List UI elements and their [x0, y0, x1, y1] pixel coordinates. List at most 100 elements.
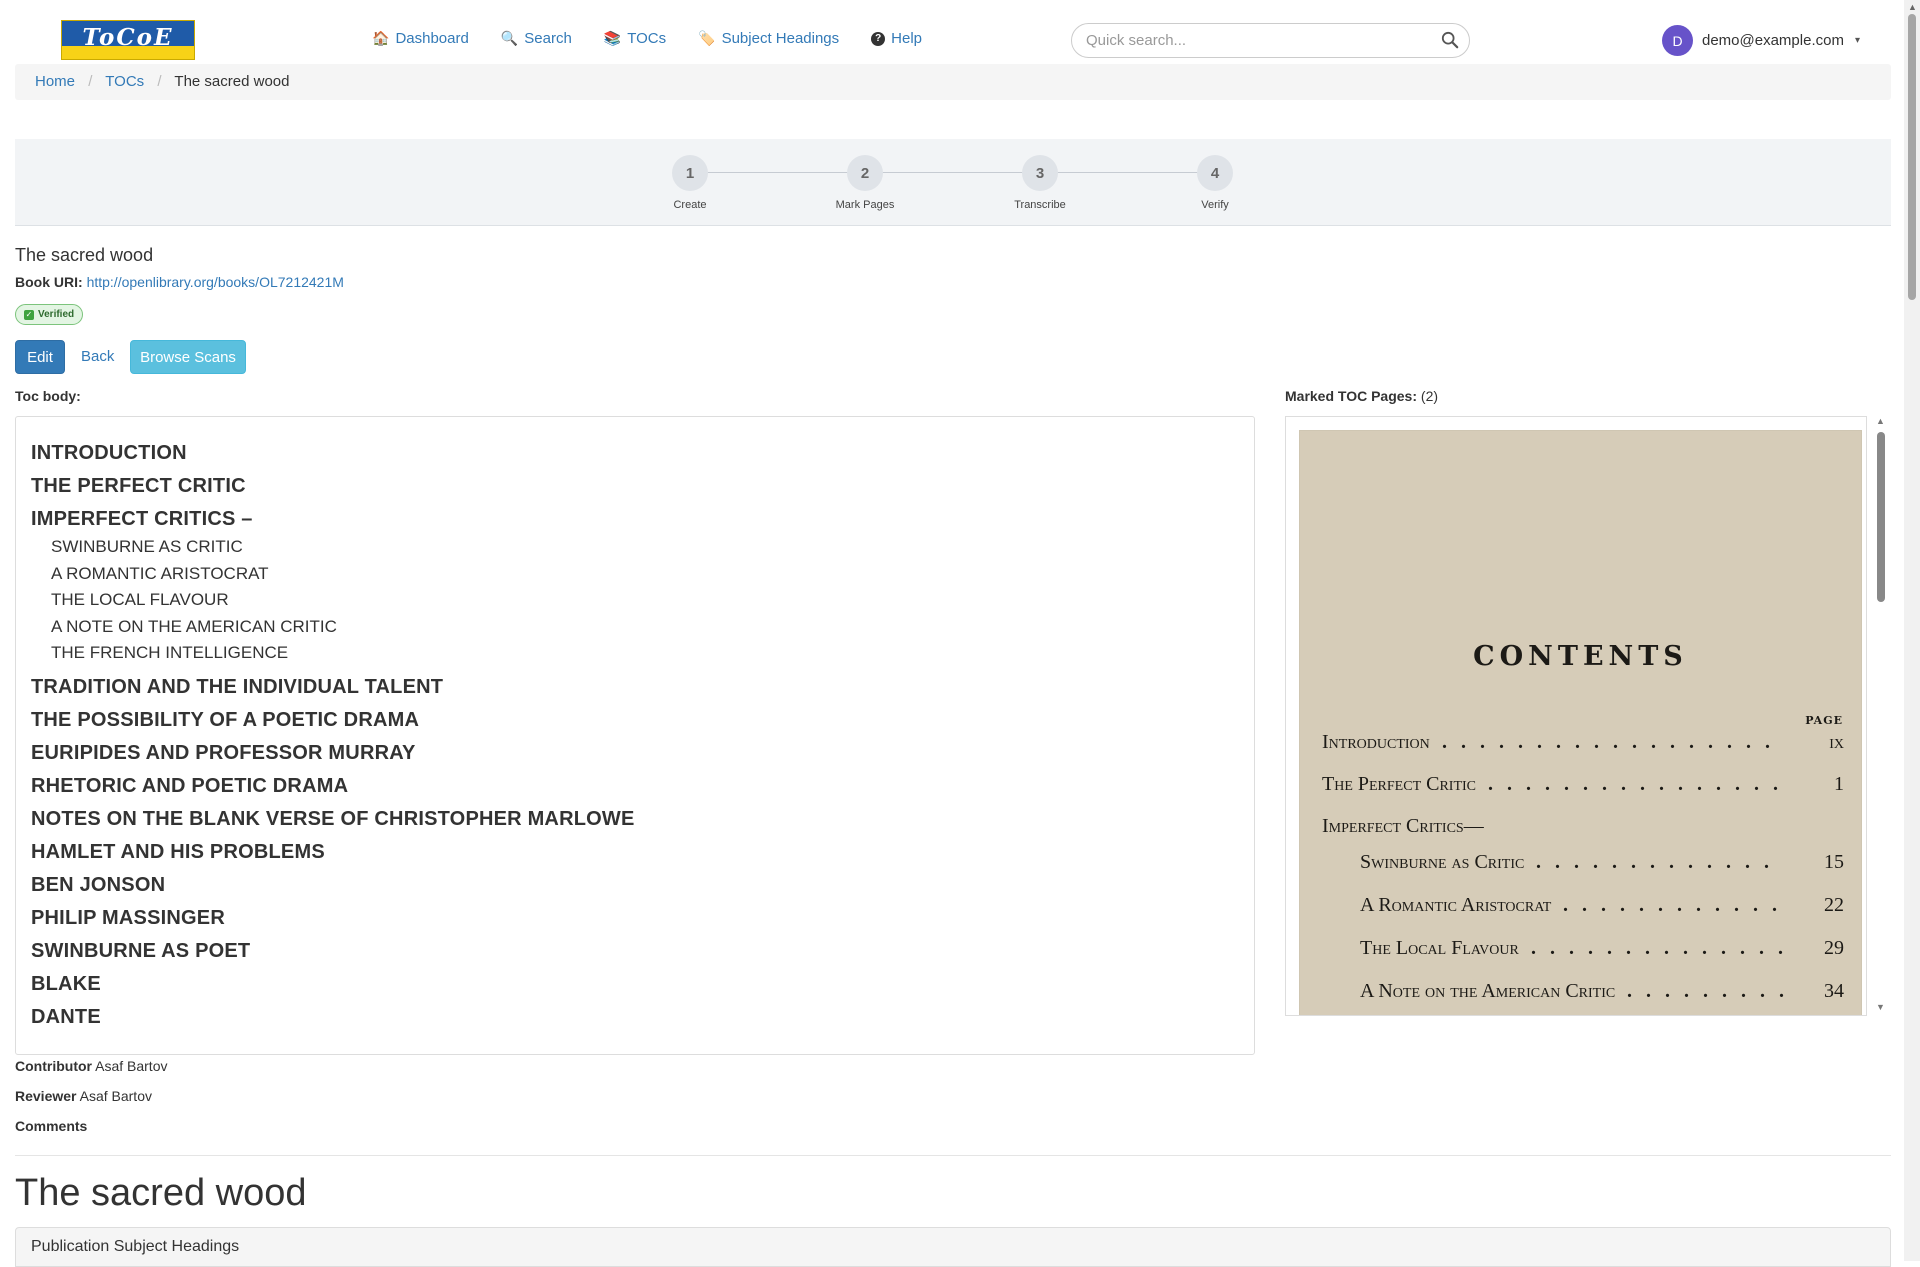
edit-button[interactable]: Edit: [15, 340, 65, 374]
book-uri-link[interactable]: http://openlibrary.org/books/OL7212421M: [87, 274, 344, 290]
scan-row-page: 1: [1834, 773, 1844, 795]
scan-row-title: The Local Flavour: [1360, 937, 1519, 959]
toc-entry: BLAKE: [31, 972, 101, 995]
scan-heading: CONTENTS: [1473, 641, 1688, 672]
nav-dashboard[interactable]: 🏠 Dashboard: [372, 30, 469, 47]
scan-row-title: Imperfect Critics—: [1322, 815, 1484, 837]
toc-subentry: A ROMANTIC ARISTOCRAT: [51, 563, 269, 583]
scan-scrollbar[interactable]: ▲ ▼: [1873, 416, 1887, 1016]
scrollbar-thumb[interactable]: [1908, 14, 1916, 300]
help-icon: ?: [871, 31, 886, 46]
nav-help[interactable]: ? Help: [871, 30, 922, 47]
scan-leader-dots: .........: [1627, 980, 1798, 1002]
scan-page-header: PAGE: [1805, 714, 1843, 727]
toc-entry: NOTES ON THE BLANK VERSE OF CHRISTOPHER …: [31, 807, 635, 830]
status-badge-label: Verified: [38, 309, 75, 320]
scan-row-title: A Romantic Aristocrat: [1360, 894, 1552, 916]
section-title: The sacred wood: [15, 1172, 307, 1214]
scan-leader-dots: ..................: [1442, 731, 1784, 753]
scan-row-page: 15: [1824, 851, 1844, 873]
scan-toc-row: The Perfect Critic 1................: [1300, 773, 1861, 799]
breadcrumb-tocs[interactable]: TOCs: [105, 73, 144, 90]
scan-row-title: Swinburne as Critic: [1360, 851, 1525, 873]
scroll-up-icon[interactable]: ▲: [1908, 2, 1917, 12]
nav-subject-headings[interactable]: 🏷️ Subject Headings: [698, 30, 839, 47]
toc-entry: BEN JONSON: [31, 873, 166, 896]
magnifier-icon: 🔍: [500, 30, 519, 46]
scan-row-page: 29: [1824, 937, 1844, 959]
subject-headings-panel: Publication Subject Headings: [15, 1227, 1891, 1267]
toc-page-scan: CONTENTS PAGE Introduction ix............…: [1299, 430, 1862, 1015]
scan-row-title: Introduction: [1322, 731, 1430, 753]
back-link[interactable]: Back: [81, 348, 114, 365]
toc-body: INTRODUCTION THE PERFECT CRITIC IMPERFECT …: [15, 416, 1255, 1055]
breadcrumb-current: The sacred wood: [174, 73, 290, 90]
breadcrumb-home[interactable]: Home: [35, 73, 75, 90]
marked-pages-label: Marked TOC Pages: (2): [1285, 388, 1438, 404]
toc-subentry: SWINBURNE AS CRITIC: [51, 537, 243, 556]
status-badge: ✓ Verified: [15, 304, 84, 325]
avatar: D: [1662, 25, 1693, 56]
toc-entry: EURIPIDES AND PROFESSOR MURRAY: [31, 741, 416, 764]
step-label: Transcribe: [1014, 199, 1066, 211]
scan-toc-row: The Local Flavour 29..............: [1300, 937, 1861, 963]
breadcrumb: Home / TOCs / The sacred wood: [15, 64, 1891, 100]
nav-help-label: Help: [891, 30, 923, 47]
toc-entry: DANTE: [31, 1005, 101, 1028]
scan-row-title: The Perfect Critic: [1322, 773, 1477, 795]
breadcrumb-separator: /: [88, 73, 93, 90]
step-number: 2: [847, 155, 883, 191]
app-logo[interactable]: ToCoE: [61, 20, 195, 60]
nav-search[interactable]: 🔍 Search: [501, 30, 572, 47]
book-uri: Book URI: http://openlibrary.org/books/O…: [15, 274, 344, 290]
panel-heading: Publication Subject Headings: [31, 1238, 240, 1255]
scan-toc-row: Swinburne as Critic 15.............: [1300, 851, 1861, 877]
scan-row-title: A Note on the American Critic: [1360, 980, 1616, 1002]
scrollbar-thumb[interactable]: [1877, 432, 1885, 602]
marked-pages-title: Marked TOC Pages:: [1285, 388, 1418, 404]
chevron-down-icon: ▾: [1854, 35, 1860, 46]
toc-entry: SWINBURNE AS POET: [31, 939, 251, 962]
step-label: Verify: [1201, 199, 1229, 211]
comments-row: Comments: [15, 1118, 87, 1134]
books-icon: 📚: [603, 30, 622, 46]
quick-search: [1071, 23, 1470, 58]
scroll-up-icon[interactable]: ▲: [1876, 416, 1885, 426]
toc-subentry: THE LOCAL FLAVOUR: [51, 590, 229, 609]
nav-subject-headings-label: Subject Headings: [721, 30, 840, 47]
toc-entry: HAMLET AND HIS PROBLEMS: [31, 840, 325, 863]
page-scrollbar[interactable]: ▲: [1904, 0, 1920, 1261]
search-icon[interactable]: [1441, 31, 1459, 49]
nav-search-label: Search: [524, 30, 572, 47]
nav-dashboard-label: Dashboard: [395, 30, 469, 47]
reviewer-row: Reviewer Asaf Bartov: [15, 1088, 152, 1104]
scroll-down-icon[interactable]: ▼: [1876, 1002, 1885, 1012]
user-menu[interactable]: D demo@example.com ▾: [1662, 25, 1860, 56]
scan-leader-dots: .............: [1536, 851, 1783, 873]
step-mark-pages[interactable]: 2 Mark Pages: [825, 155, 905, 211]
reviewer-label: Reviewer: [15, 1088, 77, 1104]
browse-scans-button[interactable]: Browse Scans: [130, 340, 246, 374]
logo-text: ToCoE: [82, 24, 174, 51]
user-email: demo@example.com: [1702, 32, 1844, 49]
step-transcribe[interactable]: 3 Transcribe: [1000, 155, 1080, 211]
toc-entry: RHETORIC AND POETIC DRAMA: [31, 774, 349, 797]
scan-toc-row: A Note on the American Critic 34.........: [1300, 980, 1861, 1006]
scan-viewer[interactable]: CONTENTS PAGE Introduction ix............…: [1285, 416, 1867, 1016]
scan-leader-dots: ............: [1563, 894, 1791, 916]
section-divider: [15, 1155, 1891, 1156]
toc-entry: THE PERFECT CRITIC: [31, 475, 246, 497]
scan-toc-row: A Romantic Aristocrat 22............: [1300, 894, 1861, 920]
quick-search-input[interactable]: [1084, 24, 1424, 57]
nav-tocs[interactable]: 📚 TOCs: [604, 30, 666, 47]
tag-icon: 🏷️: [698, 30, 716, 46]
comments-label: Comments: [15, 1118, 88, 1134]
toc-body-label: Toc body:: [15, 388, 81, 404]
step-create[interactable]: 1 Create: [650, 155, 730, 211]
book-title: The sacred wood: [15, 245, 154, 265]
main-nav: 🏠 Dashboard 🔍 Search 📚 TOCs 🏷️ Subject H…: [372, 30, 922, 47]
step-number: 1: [672, 155, 708, 191]
scan-row-page: ix: [1829, 731, 1844, 753]
checkmark-icon: ✓: [24, 309, 34, 320]
step-verify[interactable]: 4 Verify: [1175, 155, 1255, 211]
